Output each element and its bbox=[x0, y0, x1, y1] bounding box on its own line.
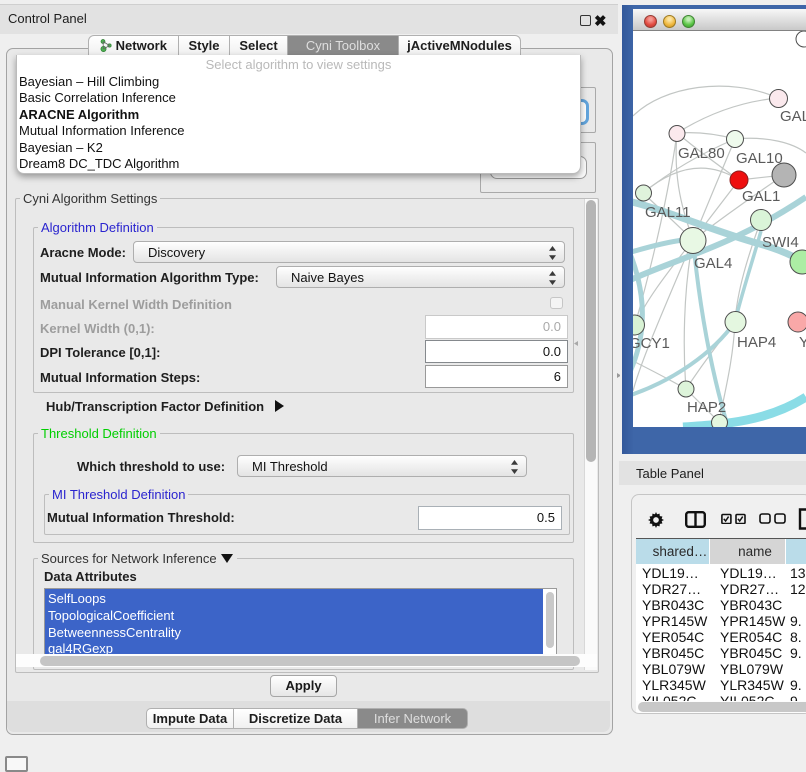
svg-text:GAL4: GAL4 bbox=[694, 255, 732, 272]
svg-text:Y: Y bbox=[799, 334, 806, 351]
svg-text:HAP2: HAP2 bbox=[687, 399, 726, 416]
svg-text:SWI4: SWI4 bbox=[762, 234, 799, 251]
svg-text:GAL10: GAL10 bbox=[736, 150, 783, 167]
svg-text:GAL1: GAL1 bbox=[742, 188, 780, 205]
svg-text:GCY1: GCY1 bbox=[633, 335, 670, 352]
svg-text:GAL: GAL bbox=[780, 108, 806, 125]
svg-text:GAL80: GAL80 bbox=[678, 145, 725, 162]
svg-text:GAL11: GAL11 bbox=[645, 204, 691, 221]
svg-text:HAP4: HAP4 bbox=[737, 334, 776, 351]
